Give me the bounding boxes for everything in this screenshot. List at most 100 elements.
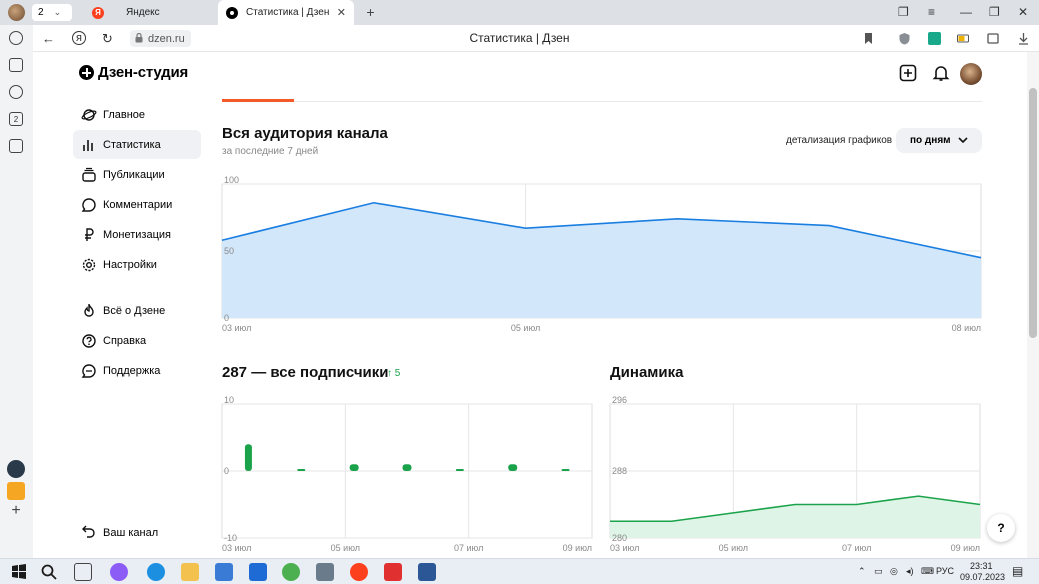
app-icon[interactable] [316,563,334,581]
yandex-app-icon[interactable] [350,563,368,581]
minimize-icon[interactable]: — [960,5,972,19]
menu-icon[interactable]: ≡ [928,5,935,19]
task-view-icon[interactable] [74,563,92,581]
yandex-logo-icon: Я [92,6,104,19]
sidebar-item-main[interactable]: Главное [73,100,201,129]
detail-select[interactable]: по дням [896,128,982,153]
y-tick-label: 296 [612,395,627,405]
sidebar-item-statistics[interactable]: Статистика [73,130,201,159]
clock-time[interactable]: 23:31 [970,561,993,571]
alice-app-icon[interactable] [110,563,128,581]
dynamics-title: Динамика [610,364,684,381]
store-icon[interactable] [215,563,233,581]
sidebar-item-monetization[interactable]: Монетизация [73,220,201,249]
chevron-down-icon: ⌄ [53,7,62,17]
x-tick-label: 03 июл [222,543,251,553]
subscribers-title: 287 — все подписчики [222,364,389,381]
sidebar-item-help[interactable]: Справка [73,326,201,355]
tray-chevron-icon[interactable]: ⌃ [858,566,866,577]
tab-label: Яндекс [126,7,160,18]
detail-select-value: по дням [910,135,951,146]
tray-battery-icon[interactable]: ▭ [874,566,883,577]
bookmark-icon[interactable] [862,32,875,45]
tabs-menu-icon[interactable]: ❐ [898,5,909,19]
y-tick-label: 100 [224,175,239,185]
create-icon[interactable] [899,64,917,82]
tray-keyboard-icon[interactable]: ⌨ [921,566,934,577]
reload-icon[interactable]: ↻ [102,31,113,47]
tab-yandex[interactable]: Я Яндекс [84,0,216,25]
word-icon[interactable] [418,563,436,581]
explorer-icon[interactable] [181,563,199,581]
sidebar-item-label: Монетизация [103,228,171,241]
notifications-icon[interactable]: ▤ [1012,564,1023,578]
sidebar-item-label: Настройки [103,258,157,271]
sidebar-item-label: Главное [103,108,146,121]
bar [244,444,252,471]
tray-network-icon[interactable]: ◎ [890,566,898,577]
url-field[interactable]: dzen.ru [130,30,191,47]
close-tab-icon[interactable]: ✕ [337,6,346,19]
alice-icon[interactable] [7,460,25,478]
tab-group-icon[interactable]: 2 [9,112,23,126]
bell-icon[interactable] [932,64,950,82]
x-tick-label: 07 июл [842,543,871,553]
torrent-icon[interactable] [282,563,300,581]
tab-dzen-stats[interactable]: Статистика | Дзен ✕ [218,0,354,25]
scrollbar[interactable] [1027,52,1039,558]
history-icon[interactable] [9,31,23,45]
battery-icon[interactable] [957,32,970,45]
collections-icon[interactable] [9,58,23,72]
x-tick-label: 05 июл [331,543,360,553]
help-button[interactable]: ? [987,514,1015,542]
scroll-thumb[interactable] [1029,88,1037,338]
sidebar-item-settings[interactable]: Настройки [73,250,201,279]
close-window-icon[interactable]: ✕ [1018,5,1028,19]
puzzle-icon[interactable] [987,32,1000,45]
active-tab-indicator [222,99,294,102]
sidebar-item-publications[interactable]: Публикации [73,160,201,189]
extension-icon[interactable] [928,32,941,45]
back-icon[interactable]: ← [42,31,55,46]
maximize-icon[interactable]: ❐ [989,5,1000,19]
dynamics-chart: 296 288 28003 июл 05 июл 07 июл 09 июл [609,395,981,553]
browser-tabbar: 2 ⌄ Я Яндекс Статистика | Дзен ✕ + ❐ ≡ —… [0,0,1039,25]
profile-avatar[interactable] [8,4,25,21]
mail-app-icon[interactable] [249,563,267,581]
shield-icon[interactable] [898,32,911,45]
play-icon[interactable] [9,85,23,99]
sidebar-item-label: Поддержка [103,364,161,377]
x-tick-label: 09 июл [951,543,980,553]
add-icon[interactable]: + [7,503,25,521]
edge-icon[interactable] [147,563,165,581]
clock-date[interactable]: 09.07.2023 [960,572,1005,582]
your-channel-link[interactable]: Ваш канал [73,518,201,547]
windows-start-icon[interactable] [10,563,28,581]
x-tick-label: 09 июл [563,543,592,553]
sidebar-item-about-dzen[interactable]: Всё о Дзене [73,296,201,325]
sidebar-item-label: Всё о Дзене [103,304,166,317]
x-tick-label: 03 июл [222,323,251,333]
sidebar-item-label: Справка [103,334,147,347]
audience-chart: 100 50 003 июл 05 июл 08 июл [221,175,982,333]
yandex-browser-icon[interactable] [384,563,402,581]
bar [561,469,570,471]
language-indicator[interactable]: РУС [936,566,954,576]
sidebar-item-comments[interactable]: Комментарии [73,190,201,219]
search-icon[interactable] [40,563,58,581]
bar [297,469,306,471]
sidebar-item-support[interactable]: Поддержка [73,356,201,385]
windows-taskbar: ⌃ ▭ ◎ ◂) ⌨ РУС 23:31 09.07.2023 ▤ [0,558,1039,584]
return-icon [82,525,95,538]
brand-logo[interactable]: Дзен-студия [79,64,188,81]
mail-icon[interactable] [7,482,25,500]
new-tab-button[interactable]: + [362,3,379,20]
screenshot-icon[interactable] [9,139,23,153]
tab-count: 2 [38,7,44,18]
tray-volume-icon[interactable]: ◂) [906,566,914,577]
yandex-icon[interactable]: я [72,31,86,45]
user-avatar[interactable] [960,63,982,85]
download-icon[interactable] [1017,32,1030,45]
tab-counter-button[interactable]: 2 ⌄ [32,4,72,21]
sidebar-item-label: Комментарии [103,198,173,211]
